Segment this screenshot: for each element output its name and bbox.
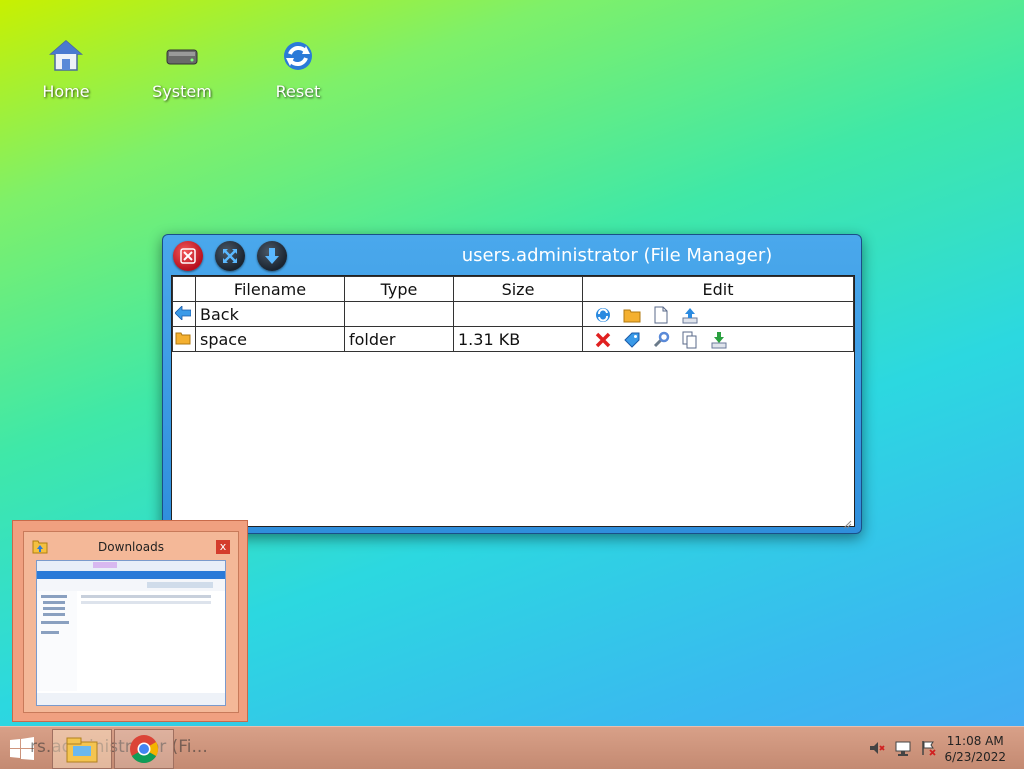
file-table: Filename Type Size Edit Back space folde… bbox=[172, 276, 854, 352]
back-arrow-icon[interactable] bbox=[172, 301, 196, 327]
row-size bbox=[453, 301, 583, 327]
desktop-icon-home[interactable]: Home bbox=[26, 36, 106, 101]
download-icon[interactable] bbox=[709, 331, 729, 349]
taskbar: rs.administrator (Fi... 11:08 AM 6/23/20… bbox=[0, 726, 1024, 769]
delete-icon[interactable] bbox=[593, 331, 613, 349]
rename-tag-icon[interactable] bbox=[622, 331, 642, 349]
maximize-button[interactable] bbox=[215, 241, 245, 271]
desktop-icon-label: System bbox=[152, 82, 212, 101]
action-center-flag-icon[interactable] bbox=[920, 739, 938, 757]
arrow-down-icon bbox=[265, 248, 279, 264]
header-icon-column bbox=[172, 276, 196, 302]
home-icon bbox=[46, 36, 86, 76]
desktop-icon-system[interactable]: System bbox=[142, 36, 222, 101]
folder-icon[interactable] bbox=[172, 326, 196, 352]
minimize-button[interactable] bbox=[257, 241, 287, 271]
row-filename[interactable]: Back bbox=[195, 301, 345, 327]
refresh-icon bbox=[278, 36, 318, 76]
table-header-row: Filename Type Size Edit bbox=[172, 276, 854, 302]
network-icon[interactable] bbox=[894, 739, 912, 757]
taskbar-thumbnail-preview[interactable]: Downloads x bbox=[12, 520, 248, 722]
new-file-icon[interactable] bbox=[651, 306, 671, 324]
clock-date: 6/23/2022 bbox=[944, 750, 1006, 764]
table-row-back[interactable]: Back bbox=[172, 301, 854, 327]
close-icon bbox=[180, 248, 196, 264]
desktop-icon-label: Reset bbox=[275, 82, 321, 101]
file-explorer-icon bbox=[66, 737, 98, 763]
header-edit: Edit bbox=[582, 276, 854, 302]
thumbnail-close-button[interactable]: x bbox=[216, 540, 230, 554]
row-edit-actions bbox=[582, 301, 854, 327]
header-size[interactable]: Size bbox=[453, 276, 583, 302]
resize-grip-icon[interactable] bbox=[842, 514, 852, 529]
close-button[interactable] bbox=[173, 241, 203, 271]
desktop-icon-label: Home bbox=[42, 82, 90, 101]
row-filename[interactable]: space bbox=[195, 326, 345, 352]
upload-icon[interactable] bbox=[680, 306, 700, 324]
row-type: folder bbox=[344, 326, 454, 352]
clock-time: 11:08 AM bbox=[946, 734, 1004, 748]
window-title: users.administrator (File Manager) bbox=[461, 245, 773, 266]
thumbnail-frame: Downloads x bbox=[23, 531, 239, 713]
thumbnail-title: Downloads bbox=[98, 540, 164, 554]
file-list-pane[interactable]: Filename Type Size Edit Back space folde… bbox=[171, 275, 855, 529]
new-folder-icon[interactable] bbox=[622, 306, 642, 324]
copy-icon[interactable] bbox=[680, 331, 700, 349]
drive-icon bbox=[162, 36, 202, 76]
refresh-icon[interactable] bbox=[593, 306, 613, 324]
volume-muted-icon[interactable] bbox=[868, 739, 886, 757]
system-tray bbox=[868, 739, 938, 757]
row-type bbox=[344, 301, 454, 327]
desktop-icon-reset[interactable]: Reset bbox=[258, 36, 338, 101]
row-size: 1.31 KB bbox=[453, 326, 583, 352]
header-type[interactable]: Type bbox=[344, 276, 454, 302]
expand-icon bbox=[223, 249, 237, 263]
thumbnail-screen-image bbox=[36, 560, 226, 706]
taskbar-file-explorer[interactable] bbox=[52, 729, 112, 769]
taskbar-clock[interactable]: 11:08 AM 6/23/2022 bbox=[944, 733, 1006, 765]
row-edit-actions bbox=[582, 326, 854, 352]
chrome-icon bbox=[130, 735, 158, 763]
taskbar-chrome[interactable] bbox=[114, 729, 174, 769]
file-manager-window[interactable]: users.administrator (File Manager) Filen… bbox=[162, 234, 862, 534]
wrench-icon[interactable] bbox=[651, 331, 671, 349]
window-titlebar[interactable]: users.administrator (File Manager) bbox=[163, 235, 861, 275]
header-filename[interactable]: Filename bbox=[195, 276, 345, 302]
table-row-space[interactable]: space folder 1.31 KB bbox=[172, 326, 854, 352]
